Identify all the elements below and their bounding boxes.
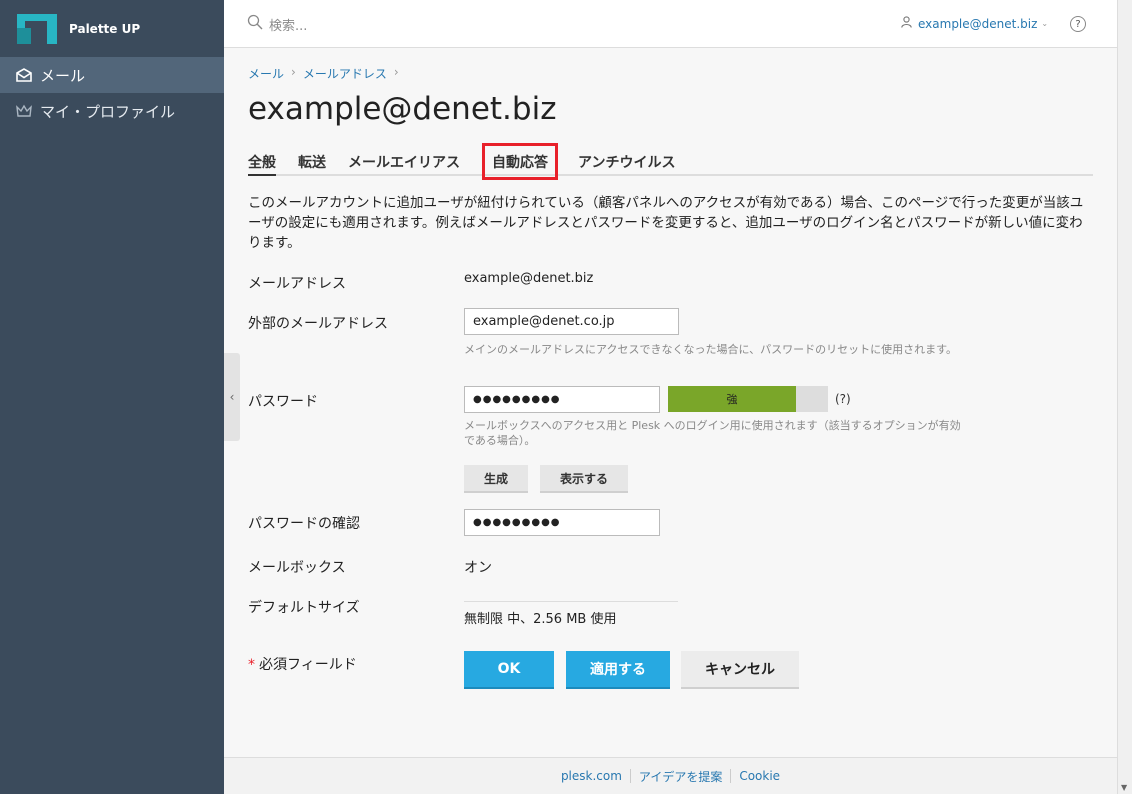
default-size-value: 無制限 中、2.56 MB 使用: [464, 612, 617, 627]
footer-link-suggest-idea[interactable]: アイデアを提案: [639, 768, 722, 785]
palette-logo: [17, 13, 57, 44]
sidebar-item-mail[interactable]: メール: [0, 57, 224, 93]
external-email-field[interactable]: [464, 308, 679, 335]
mailbox-label: メールボックス: [248, 560, 346, 576]
sidebar-item-label: メール: [40, 66, 86, 85]
footer-link-cookie[interactable]: Cookie: [739, 769, 780, 783]
password-label: パスワード: [248, 394, 318, 410]
user-email: example@denet.biz: [918, 16, 1038, 31]
sidebar-item-label: マイ・プロファイル: [40, 102, 176, 121]
search-input[interactable]: 検索...: [269, 15, 307, 34]
email-label: メールアドレス: [248, 276, 346, 292]
ok-button[interactable]: OK: [464, 651, 554, 689]
user-menu[interactable]: example@denet.biz ⌄: [901, 16, 1048, 31]
required-field-note: * 必須フィールド: [248, 654, 357, 674]
mail-icon: [16, 67, 32, 83]
page-title: example@denet.biz: [248, 91, 557, 127]
chevron-left-icon: ‹: [229, 390, 235, 404]
tab-aliases[interactable]: メールエイリアス: [348, 149, 460, 174]
confirm-password-field[interactable]: [464, 509, 660, 536]
confirm-password-label: パスワードの確認: [248, 516, 360, 532]
search-box[interactable]: 検索...: [247, 14, 307, 34]
show-password-button[interactable]: 表示する: [540, 465, 628, 493]
apply-button[interactable]: 適用する: [566, 651, 670, 689]
breadcrumb-mail[interactable]: メール: [248, 65, 284, 82]
help-label: ?: [1075, 18, 1081, 30]
page-scrollbar[interactable]: ▼: [1117, 0, 1132, 794]
tab-bar: 全般 転送 メールエイリアス 自動応答 アンチウイルス: [248, 143, 1093, 180]
size-divider: [464, 601, 678, 602]
generate-button[interactable]: 生成: [464, 465, 528, 493]
top-header: 検索... example@denet.biz ⌄ ?: [224, 0, 1117, 48]
breadcrumb-mail-address[interactable]: メールアドレス: [303, 65, 387, 82]
cancel-button[interactable]: キャンセル: [681, 651, 799, 689]
sidebar: Palette UP メール マイ・プロファイル: [0, 0, 224, 794]
email-value: example@denet.biz: [464, 271, 594, 286]
external-email-label: 外部のメールアドレス: [248, 316, 388, 332]
tab-antivirus[interactable]: アンチウイルス: [578, 149, 675, 174]
password-field[interactable]: [464, 386, 660, 413]
brand[interactable]: Palette UP: [0, 0, 224, 57]
password-strength-fill: 強: [668, 386, 796, 412]
breadcrumb: メール › メールアドレス ›: [248, 65, 406, 82]
tab-forwarding[interactable]: 転送: [298, 149, 326, 174]
description-text: このメールアカウントに追加ユーザが紐付けられている（顧客パネルへのアクセスが有効…: [248, 195, 1084, 251]
scroll-down-icon[interactable]: ▼: [1121, 783, 1127, 792]
chevron-right-icon: ›: [393, 65, 399, 79]
footer-divider: [629, 769, 631, 783]
password-strength-meter: 強: [668, 386, 828, 412]
search-icon: [247, 14, 263, 34]
chevron-down-icon: ⌄: [1041, 19, 1049, 28]
crown-icon: [16, 103, 32, 119]
tab-autoresponder[interactable]: 自動応答: [482, 143, 558, 180]
tab-general[interactable]: 全般: [248, 149, 276, 176]
sidebar-collapse-handle[interactable]: ‹: [224, 353, 240, 441]
external-email-hint: メインのメールアドレスにアクセスできなくなった場合に、パスワードのリセットに使用…: [464, 343, 958, 356]
footer: plesk.com アイデアを提案 Cookie: [224, 757, 1117, 794]
password-hint: メールボックスへのアクセス用と Plesk へのログイン用に使用されます（該当す…: [464, 419, 961, 447]
brand-name: Palette UP: [69, 21, 141, 36]
mailbox-value: オン: [464, 560, 492, 576]
required-star: *: [248, 657, 255, 673]
strength-help-link[interactable]: (?): [835, 392, 851, 406]
footer-link-plesk[interactable]: plesk.com: [561, 769, 622, 783]
sidebar-item-profile[interactable]: マイ・プロファイル: [0, 93, 224, 129]
default-size-label: デフォルトサイズ: [248, 600, 360, 616]
footer-divider: [730, 769, 732, 783]
user-icon: [901, 16, 912, 31]
required-label: 必須フィールド: [259, 657, 357, 673]
help-icon[interactable]: ?: [1070, 16, 1086, 32]
chevron-right-icon: ›: [291, 65, 296, 79]
